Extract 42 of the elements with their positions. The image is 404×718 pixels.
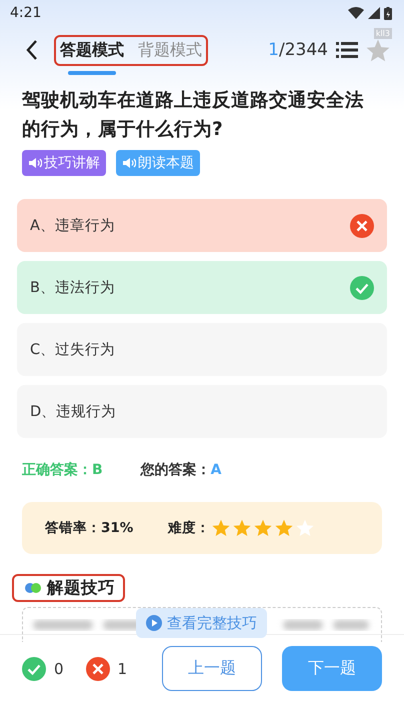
- answer-option[interactable]: D、违规行为: [17, 385, 387, 438]
- mode-tab[interactable]: 答题模式: [60, 40, 124, 60]
- speaker-icon: [122, 157, 136, 169]
- star-icon: [254, 519, 272, 537]
- wrong-count: 1: [118, 660, 128, 678]
- speaker-icon: [28, 157, 42, 169]
- wifi-icon: [348, 7, 364, 19]
- play-icon: [146, 615, 162, 631]
- status-time: 4:21: [10, 5, 42, 21]
- audio-button[interactable]: 技巧讲解: [22, 150, 106, 176]
- audio-button[interactable]: 朗读本题: [116, 150, 200, 176]
- star-icon: [233, 519, 251, 537]
- star-icon: [212, 519, 230, 537]
- section-title: 解题技巧: [47, 577, 115, 599]
- mode-tab[interactable]: 背题模式: [138, 40, 202, 60]
- answer-option[interactable]: A、违章行为: [17, 199, 387, 252]
- tab-indicator: [68, 70, 116, 74]
- difficulty-label: 难度：: [168, 519, 210, 537]
- star-icon[interactable]: [366, 38, 390, 62]
- view-full-button[interactable]: 查看完整技巧: [136, 608, 267, 638]
- signal-icon: [368, 7, 380, 19]
- star-icon: [275, 519, 293, 537]
- answer-option[interactable]: C、过失行为: [17, 323, 387, 376]
- star-icon: [296, 519, 314, 537]
- question-number: 1: [268, 40, 279, 60]
- error-rate: 答错率：31%: [45, 519, 134, 537]
- battery-icon: [384, 6, 392, 20]
- correct-answer: 正确答案：B: [22, 461, 103, 479]
- list-icon[interactable]: [336, 42, 358, 58]
- check-icon: [22, 656, 46, 680]
- back-icon[interactable]: [26, 40, 38, 60]
- correct-count: 0: [54, 660, 64, 678]
- question-text: 驾驶机动车在道路上违反道路交通安全法的行为，属于什么行为?: [22, 88, 364, 142]
- answer-option[interactable]: B、违法行为: [17, 261, 387, 314]
- cross-icon: [86, 656, 110, 680]
- dots-icon: [24, 582, 42, 594]
- next-button[interactable]: 下一题: [282, 646, 382, 691]
- check-icon: [350, 276, 374, 300]
- cross-icon: [350, 214, 374, 238]
- your-answer: 您的答案：A: [140, 461, 222, 479]
- question-total: /2344: [279, 40, 328, 60]
- previous-button[interactable]: 上一题: [162, 646, 262, 691]
